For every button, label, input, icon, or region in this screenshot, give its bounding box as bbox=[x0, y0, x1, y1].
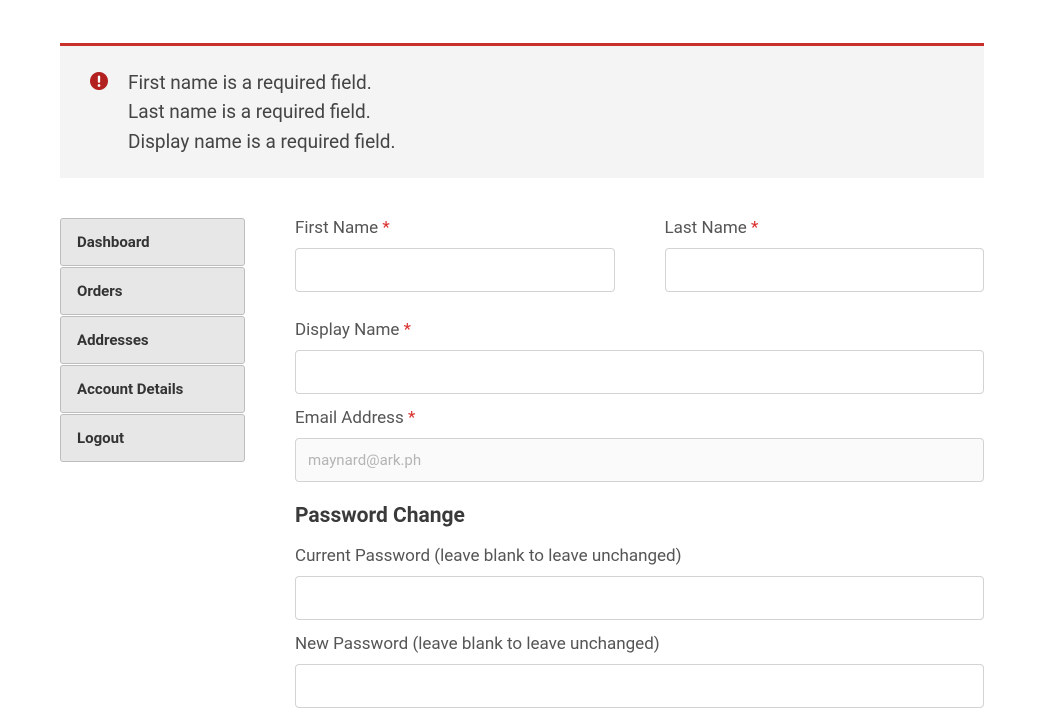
sidebar-item-orders[interactable]: Orders bbox=[60, 267, 245, 315]
email-label: Email Address * bbox=[295, 408, 984, 428]
display-name-label: Display Name * bbox=[295, 320, 984, 340]
required-mark: * bbox=[404, 320, 411, 340]
email-label-text: Email Address bbox=[295, 408, 404, 428]
last-name-label-text: Last Name bbox=[665, 218, 747, 238]
password-change-heading: Password Change bbox=[295, 504, 984, 528]
first-name-field-group: First Name * bbox=[295, 218, 615, 292]
first-name-input[interactable] bbox=[295, 248, 615, 292]
alert-message: Last name is a required field. bbox=[128, 97, 954, 126]
current-password-input[interactable] bbox=[295, 576, 984, 620]
account-details-form: First Name * Last Name * Display Name * … bbox=[295, 218, 984, 722]
email-field-group: Email Address * bbox=[295, 408, 984, 482]
last-name-field-group: Last Name * bbox=[665, 218, 985, 292]
last-name-label: Last Name * bbox=[665, 218, 985, 238]
sidebar-item-account-details[interactable]: Account Details bbox=[60, 365, 245, 413]
required-mark: * bbox=[408, 408, 415, 428]
sidebar-item-addresses[interactable]: Addresses bbox=[60, 316, 245, 364]
new-password-input[interactable] bbox=[295, 664, 984, 708]
current-password-label: Current Password (leave blank to leave u… bbox=[295, 546, 984, 566]
new-password-label: New Password (leave blank to leave uncha… bbox=[295, 634, 984, 654]
warning-icon bbox=[90, 72, 108, 90]
required-mark: * bbox=[382, 218, 389, 238]
sidebar-item-dashboard[interactable]: Dashboard bbox=[60, 218, 245, 266]
display-name-label-text: Display Name bbox=[295, 320, 399, 340]
alert-message: First name is a required field. bbox=[128, 68, 954, 97]
alert-message: Display name is a required field. bbox=[128, 127, 954, 156]
account-sidebar: Dashboard Orders Addresses Account Detai… bbox=[60, 218, 245, 722]
alert-messages: First name is a required field. Last nam… bbox=[128, 68, 954, 156]
first-name-label-text: First Name bbox=[295, 218, 378, 238]
display-name-input[interactable] bbox=[295, 350, 984, 394]
first-name-label: First Name * bbox=[295, 218, 615, 238]
last-name-input[interactable] bbox=[665, 248, 985, 292]
validation-alert: First name is a required field. Last nam… bbox=[60, 46, 984, 178]
display-name-field-group: Display Name * bbox=[295, 320, 984, 394]
required-mark: * bbox=[751, 218, 758, 238]
new-password-field-group: New Password (leave blank to leave uncha… bbox=[295, 634, 984, 708]
sidebar-item-logout[interactable]: Logout bbox=[60, 414, 245, 462]
current-password-field-group: Current Password (leave blank to leave u… bbox=[295, 546, 984, 620]
email-input[interactable] bbox=[295, 438, 984, 482]
